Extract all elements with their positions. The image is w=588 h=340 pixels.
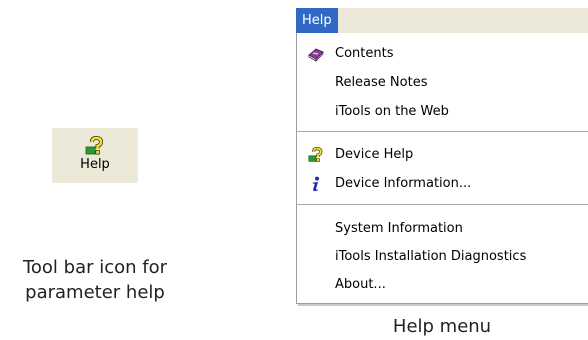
help-menu-title[interactable]: Help <box>296 8 338 33</box>
menu-item-itools-on-the-web[interactable]: iTools on the Web <box>297 100 588 124</box>
menu-item-release-notes[interactable]: Release Notes <box>297 71 588 95</box>
toolbar-caption-line-2: parameter help <box>25 282 165 303</box>
help-menu-caption: Help menu <box>392 316 492 337</box>
menubar: Help <box>296 8 588 33</box>
help-menu-screenshot: Help Contents Release Notes iTools on th… <box>296 8 588 304</box>
help-dropdown-menu: Contents Release Notes iTools on the Web… <box>296 33 588 304</box>
menu-item-label: About... <box>335 277 386 292</box>
menu-separator <box>297 204 588 205</box>
menu-item-itools-installation-diagnostics[interactable]: iTools Installation Diagnostics <box>297 245 588 269</box>
menu-item-label: Release Notes <box>335 75 428 90</box>
help-toolbar-button[interactable]: Help <box>52 128 138 183</box>
question-mark-help-icon <box>308 147 323 162</box>
menu-item-contents[interactable]: Contents <box>297 42 588 66</box>
question-mark-help-icon <box>85 136 104 155</box>
menu-item-label: System Information <box>335 221 463 236</box>
menu-item-system-information[interactable]: System Information <box>297 217 588 241</box>
menu-item-label: Contents <box>335 46 394 61</box>
menu-separator <box>297 131 588 132</box>
menu-item-device-information[interactable]: Device Information... <box>297 172 588 196</box>
toolbar-icon-caption: Tool bar icon for parameter help <box>0 255 190 305</box>
info-icon <box>312 176 319 192</box>
book-icon <box>308 48 324 62</box>
menu-item-label: iTools on the Web <box>335 104 449 119</box>
menu-item-device-help[interactable]: Device Help <box>297 143 588 167</box>
help-toolbar-label: Help <box>80 157 110 172</box>
toolbar-caption-line-1: Tool bar icon for <box>22 257 168 278</box>
menu-item-label: Device Help <box>335 147 414 162</box>
menu-item-about[interactable]: About... <box>297 273 588 297</box>
menu-item-label: Device Information... <box>335 176 472 191</box>
menu-item-label: iTools Installation Diagnostics <box>335 249 527 264</box>
